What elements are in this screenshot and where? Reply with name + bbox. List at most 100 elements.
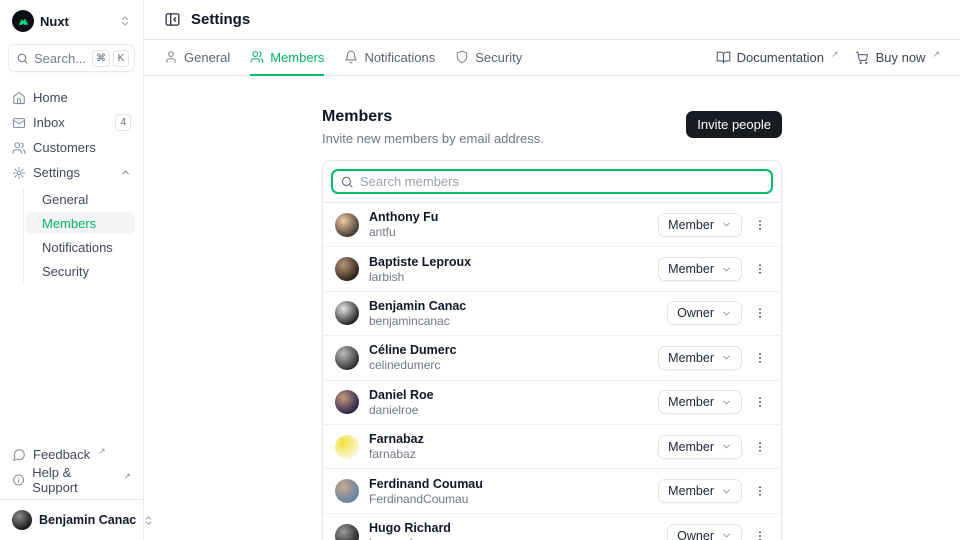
- help-support-link[interactable]: Help & Support ↗: [8, 468, 135, 491]
- sidebar-item-label: Inbox: [33, 115, 65, 130]
- tab-members[interactable]: Members: [250, 40, 324, 76]
- tabbar-actions: Documentation ↗ Buy now ↗: [716, 40, 940, 75]
- panel-left-close-icon: [164, 11, 181, 28]
- member-row: Daniel Roedanielroe Member: [323, 381, 781, 425]
- member-actions-button[interactable]: [751, 349, 769, 367]
- tab-label: Notifications: [364, 50, 435, 65]
- user-menu[interactable]: Benjamin Canac: [8, 500, 135, 532]
- member-actions-button[interactable]: [751, 482, 769, 500]
- member-actions-button[interactable]: [751, 216, 769, 234]
- role-label: Owner: [677, 529, 714, 540]
- kebab-menu-icon: [753, 218, 767, 232]
- team-selector[interactable]: Nuxt: [8, 10, 135, 44]
- member-row: Anthony Fuantfu Member: [323, 203, 781, 247]
- tab-general[interactable]: General: [164, 40, 230, 76]
- collapse-sidebar-button[interactable]: [164, 11, 181, 28]
- kebab-menu-icon: [753, 351, 767, 365]
- role-select[interactable]: Member: [658, 390, 742, 414]
- member-actions-button[interactable]: [751, 304, 769, 322]
- role-label: Member: [668, 484, 714, 498]
- members-search-section: [323, 161, 781, 203]
- avatar: [335, 301, 359, 325]
- sidebar-item-label: Settings: [33, 165, 80, 180]
- sidebar-item-general[interactable]: General: [26, 188, 135, 210]
- tab-label: General: [184, 50, 230, 65]
- chevron-down-icon: [721, 441, 732, 452]
- member-name: Ferdinand Coumau: [369, 477, 483, 491]
- member-actions-button[interactable]: [751, 438, 769, 456]
- members-search-input[interactable]: [360, 174, 764, 189]
- member-username: farnabaz: [369, 447, 424, 461]
- member-row: Hugo Richardhugorcd Owner: [323, 514, 781, 540]
- sidebar-item-security[interactable]: Security: [26, 260, 135, 282]
- sidebar-item-inbox[interactable]: Inbox 4: [8, 111, 135, 134]
- gear-icon: [12, 166, 26, 180]
- role-label: Member: [668, 395, 714, 409]
- member-name: Farnabaz: [369, 432, 424, 446]
- kebab-menu-icon: [753, 484, 767, 498]
- search-icon: [16, 52, 29, 65]
- users-icon: [250, 50, 264, 64]
- role-select[interactable]: Member: [658, 479, 742, 503]
- member-actions-button[interactable]: [751, 527, 769, 540]
- role-select[interactable]: Member: [658, 213, 742, 237]
- role-label: Member: [668, 262, 714, 276]
- sidebar-nav: Home Inbox 4 Customers Settings General: [8, 86, 135, 282]
- members-card: Anthony Fuantfu Member Baptiste Leprouxl…: [322, 160, 782, 540]
- role-label: Member: [668, 218, 714, 232]
- member-username: antfu: [369, 225, 438, 239]
- external-link-icon: ↗: [932, 49, 940, 60]
- main-area: Settings General Members Notifications S…: [144, 0, 960, 540]
- buy-now-button[interactable]: Buy now ↗: [855, 50, 940, 65]
- member-actions-button[interactable]: [751, 393, 769, 411]
- sidebar-item-home[interactable]: Home: [8, 86, 135, 109]
- help-support-label: Help & Support: [32, 465, 115, 495]
- tab-notifications[interactable]: Notifications: [344, 40, 435, 76]
- sidebar-footer-links: Feedback ↗ Help & Support ↗: [8, 443, 135, 491]
- chevron-down-icon: [721, 486, 732, 497]
- subnav-label: Members: [42, 216, 96, 231]
- sidebar-spacer: [8, 282, 135, 443]
- settings-content: Members Invite new members by email addr…: [144, 76, 960, 540]
- documentation-button[interactable]: Documentation ↗: [716, 50, 839, 65]
- kbd-cmd: ⌘: [92, 50, 110, 67]
- invite-people-button[interactable]: Invite people: [686, 111, 782, 138]
- role-select[interactable]: Owner: [667, 524, 742, 540]
- tab-security[interactable]: Security: [455, 40, 522, 76]
- kebab-menu-icon: [753, 529, 767, 540]
- role-select[interactable]: Member: [658, 257, 742, 281]
- chevron-down-icon: [721, 308, 732, 319]
- role-label: Owner: [677, 306, 714, 320]
- kebab-menu-icon: [753, 306, 767, 320]
- member-username: benjamincanac: [369, 314, 466, 328]
- sidebar-item-settings[interactable]: Settings: [8, 161, 135, 184]
- member-name: Daniel Roe: [369, 388, 434, 402]
- sidebar-item-label: Home: [33, 90, 68, 105]
- page-title: Settings: [191, 11, 250, 28]
- member-username: danielroe: [369, 403, 434, 417]
- role-select[interactable]: Owner: [667, 301, 742, 325]
- chevron-down-icon: [721, 530, 732, 540]
- page-header: Settings: [144, 0, 960, 40]
- sidebar-item-notifications[interactable]: Notifications: [26, 236, 135, 258]
- kbd-k: K: [113, 50, 129, 67]
- avatar: [335, 435, 359, 459]
- member-username: celinedumerc: [369, 358, 457, 372]
- avatar: [335, 479, 359, 503]
- kebab-menu-icon: [753, 395, 767, 409]
- sidebar-item-members[interactable]: Members: [26, 212, 135, 234]
- user-name: Benjamin Canac: [39, 513, 136, 527]
- member-row: Baptiste Leprouxlarbish Member: [323, 247, 781, 291]
- feedback-link[interactable]: Feedback ↗: [8, 443, 135, 466]
- member-username: FerdinandCoumau: [369, 492, 483, 506]
- sidebar-item-customers[interactable]: Customers: [8, 136, 135, 159]
- avatar: [335, 524, 359, 540]
- role-select[interactable]: Member: [658, 346, 742, 370]
- member-row: Ferdinand CoumauFerdinandCoumau Member: [323, 469, 781, 513]
- external-link-icon: ↗: [831, 49, 839, 60]
- role-select[interactable]: Member: [658, 435, 742, 459]
- member-row: Farnabazfarnabaz Member: [323, 425, 781, 469]
- bell-icon: [344, 50, 358, 64]
- member-actions-button[interactable]: [751, 260, 769, 278]
- global-search-button[interactable]: Search... ⌘ K: [8, 44, 135, 72]
